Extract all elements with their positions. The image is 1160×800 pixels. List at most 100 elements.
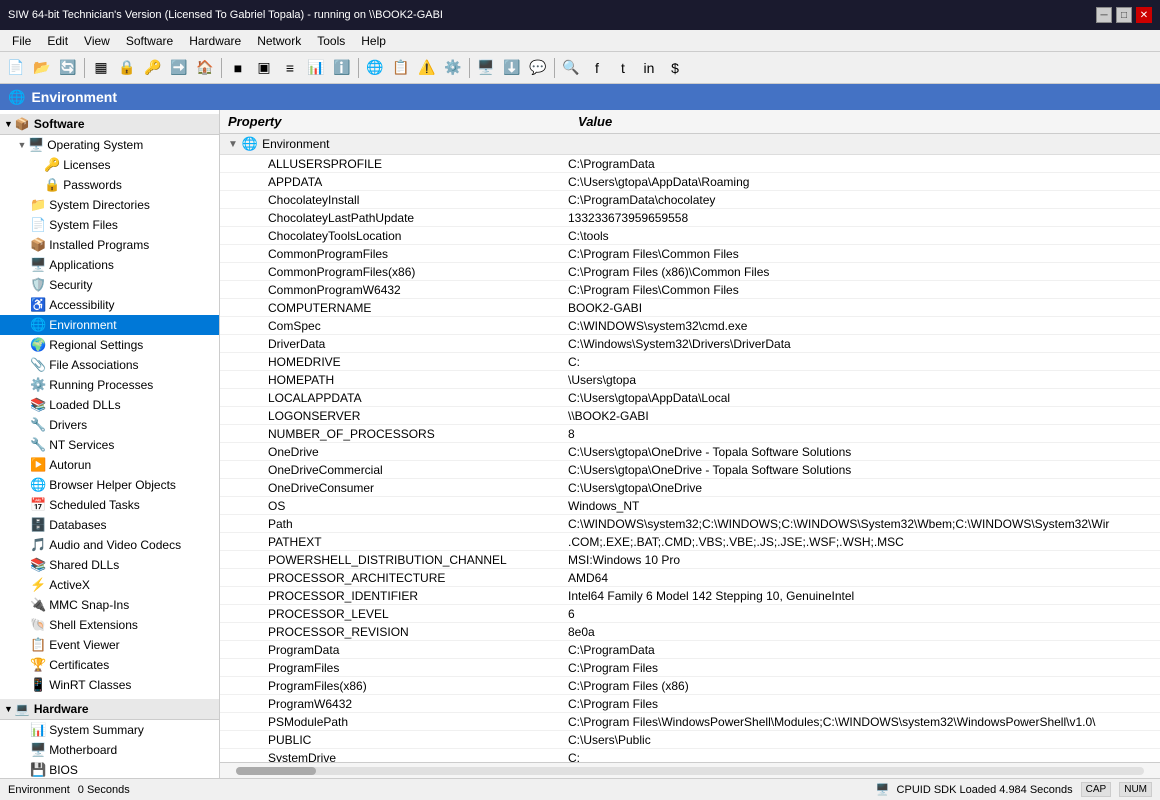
sidebar-item-activex[interactable]: ⚡ ActiveX: [0, 575, 219, 595]
table-row[interactable]: ProgramFiles(x86) C:\Program Files (x86): [220, 677, 1160, 695]
toolbar-btn-9[interactable]: ■: [226, 56, 250, 80]
sidebar-item-mmc-snap-ins[interactable]: 🔌 MMC Snap-Ins: [0, 595, 219, 615]
table-row[interactable]: NUMBER_OF_PROCESSORS 8: [220, 425, 1160, 443]
toolbar-btn-5[interactable]: 🔒: [115, 56, 139, 80]
sidebar-section-software[interactable]: ▼ 📦 Software: [0, 114, 219, 135]
table-row[interactable]: PSModulePath C:\Program Files\WindowsPow…: [220, 713, 1160, 731]
table-row[interactable]: ProgramData C:\ProgramData: [220, 641, 1160, 659]
sidebar-item-loaded-dlls[interactable]: 📚 Loaded DLLs: [0, 395, 219, 415]
table-row[interactable]: OneDriveConsumer C:\Users\gtopa\OneDrive: [220, 479, 1160, 497]
menu-help[interactable]: Help: [353, 32, 394, 50]
sidebar-item-autorun[interactable]: ▶️ Autorun: [0, 455, 219, 475]
sidebar-item-running-processes[interactable]: ⚙️ Running Processes: [0, 375, 219, 395]
table-row[interactable]: ALLUSERSPROFILE C:\ProgramData: [220, 155, 1160, 173]
sidebar-item-accessibility[interactable]: ♿ Accessibility: [0, 295, 219, 315]
toolbar-btn-23[interactable]: t: [611, 56, 635, 80]
table-row[interactable]: COMPUTERNAME BOOK2-GABI: [220, 299, 1160, 317]
table-row[interactable]: DriverData C:\Windows\System32\Drivers\D…: [220, 335, 1160, 353]
sidebar-section-hardware[interactable]: ▼ 💻 Hardware: [0, 699, 219, 720]
sidebar[interactable]: ▼ 📦 Software ▼ 🖥️ Operating System 🔑 Lic…: [0, 110, 220, 778]
sidebar-item-winrt-classes[interactable]: 📱 WinRT Classes: [0, 675, 219, 695]
sidebar-item-environment[interactable]: 🌐 Environment: [0, 315, 219, 335]
sidebar-item-regional-settings[interactable]: 🌍 Regional Settings: [0, 335, 219, 355]
sidebar-item-applications[interactable]: 🖥️ Applications: [0, 255, 219, 275]
menu-tools[interactable]: Tools: [309, 32, 353, 50]
table-row[interactable]: HOMEPATH \Users\gtopa: [220, 371, 1160, 389]
table-row[interactable]: LOGONSERVER \\BOOK2-GABI: [220, 407, 1160, 425]
table-row[interactable]: PROCESSOR_ARCHITECTURE AMD64: [220, 569, 1160, 587]
table-row[interactable]: ComSpec C:\WINDOWS\system32\cmd.exe: [220, 317, 1160, 335]
menu-software[interactable]: Software: [118, 32, 181, 50]
section-expand-icon[interactable]: ▼: [228, 139, 238, 150]
table-row[interactable]: POWERSHELL_DISTRIBUTION_CHANNEL MSI:Wind…: [220, 551, 1160, 569]
toolbar-btn-7[interactable]: ➡️: [167, 56, 191, 80]
table-row[interactable]: ProgramFiles C:\Program Files: [220, 659, 1160, 677]
sidebar-item-certificates[interactable]: 🏆 Certificates: [0, 655, 219, 675]
table-row[interactable]: APPDATA C:\Users\gtopa\AppData\Roaming: [220, 173, 1160, 191]
environment-section-row[interactable]: ▼ 🌐 Environment: [220, 134, 1160, 155]
sidebar-item-audio-video-codecs[interactable]: 🎵 Audio and Video Codecs: [0, 535, 219, 555]
toolbar-btn-4[interactable]: ▦: [89, 56, 113, 80]
toolbar-btn-6[interactable]: 🔑: [141, 56, 165, 80]
toolbar-btn-16[interactable]: ⚠️: [415, 56, 439, 80]
menu-network[interactable]: Network: [249, 32, 309, 50]
toolbar-btn-18[interactable]: 🖥️: [474, 56, 498, 80]
sidebar-item-drivers[interactable]: 🔧 Drivers: [0, 415, 219, 435]
toolbar-btn-17[interactable]: ⚙️: [441, 56, 465, 80]
toolbar-btn-13[interactable]: ℹ️: [330, 56, 354, 80]
table-row[interactable]: HOMEDRIVE C:: [220, 353, 1160, 371]
table-row[interactable]: ChocolateyToolsLocation C:\tools: [220, 227, 1160, 245]
toolbar-btn-25[interactable]: $: [663, 56, 687, 80]
table-row[interactable]: SystemDrive C:: [220, 749, 1160, 762]
toolbar-btn-24[interactable]: in: [637, 56, 661, 80]
sidebar-item-system-directories[interactable]: 📁 System Directories: [0, 195, 219, 215]
sidebar-item-operating-system[interactable]: ▼ 🖥️ Operating System: [0, 135, 219, 155]
table-row[interactable]: ProgramW6432 C:\Program Files: [220, 695, 1160, 713]
sidebar-item-file-associations[interactable]: 📎 File Associations: [0, 355, 219, 375]
sidebar-item-nt-services[interactable]: 🔧 NT Services: [0, 435, 219, 455]
minimize-button[interactable]: ─: [1096, 7, 1112, 23]
menu-file[interactable]: File: [4, 32, 39, 50]
sidebar-item-databases[interactable]: 🗄️ Databases: [0, 515, 219, 535]
sidebar-item-system-summary[interactable]: 📊 System Summary: [0, 720, 219, 740]
table-row[interactable]: OneDrive C:\Users\gtopa\OneDrive - Topal…: [220, 443, 1160, 461]
table-row[interactable]: PUBLIC C:\Users\Public: [220, 731, 1160, 749]
table-row[interactable]: CommonProgramFiles C:\Program Files\Comm…: [220, 245, 1160, 263]
sidebar-item-passwords[interactable]: 🔒 Passwords: [0, 175, 219, 195]
content-body[interactable]: ▼ 🌐 Environment ALLUSERSPROFILE C:\Progr…: [220, 134, 1160, 762]
toolbar-btn-15[interactable]: 📋: [389, 56, 413, 80]
toolbar-btn-20[interactable]: 💬: [526, 56, 550, 80]
toolbar-btn-19[interactable]: ⬇️: [500, 56, 524, 80]
toolbar-btn-14[interactable]: 🌐: [363, 56, 387, 80]
sidebar-item-shared-dlls[interactable]: 📚 Shared DLLs: [0, 555, 219, 575]
sidebar-item-motherboard[interactable]: 🖥️ Motherboard: [0, 740, 219, 760]
toolbar-btn-11[interactable]: ≡: [278, 56, 302, 80]
table-row[interactable]: OneDriveCommercial C:\Users\gtopa\OneDri…: [220, 461, 1160, 479]
table-row[interactable]: ChocolateyLastPathUpdate 133233673959659…: [220, 209, 1160, 227]
sidebar-item-system-files[interactable]: 📄 System Files: [0, 215, 219, 235]
table-row[interactable]: PROCESSOR_IDENTIFIER Intel64 Family 6 Mo…: [220, 587, 1160, 605]
table-row[interactable]: LOCALAPPDATA C:\Users\gtopa\AppData\Loca…: [220, 389, 1160, 407]
toolbar-btn-3[interactable]: 🔄: [56, 56, 80, 80]
scrollbar-thumb[interactable]: [236, 767, 316, 775]
table-row[interactable]: PATHEXT .COM;.EXE;.BAT;.CMD;.VBS;.VBE;.J…: [220, 533, 1160, 551]
toolbar-btn-10[interactable]: ▣: [252, 56, 276, 80]
sidebar-item-security[interactable]: 🛡️ Security: [0, 275, 219, 295]
sidebar-item-shell-extensions[interactable]: 🐚 Shell Extensions: [0, 615, 219, 635]
close-button[interactable]: ✕: [1136, 7, 1152, 23]
horizontal-scrollbar[interactable]: [220, 762, 1160, 778]
table-row[interactable]: PROCESSOR_REVISION 8e0a: [220, 623, 1160, 641]
toolbar-btn-21[interactable]: 🔍: [559, 56, 583, 80]
table-row[interactable]: OS Windows_NT: [220, 497, 1160, 515]
table-row[interactable]: Path C:\WINDOWS\system32;C:\WINDOWS;C:\W…: [220, 515, 1160, 533]
toolbar-btn-8[interactable]: 🏠: [193, 56, 217, 80]
menu-hardware[interactable]: Hardware: [181, 32, 249, 50]
toolbar-btn-12[interactable]: 📊: [304, 56, 328, 80]
toolbar-btn-1[interactable]: 📄: [4, 56, 28, 80]
sidebar-item-bios[interactable]: 💾 BIOS: [0, 760, 219, 778]
sidebar-item-browser-helper-objects[interactable]: 🌐 Browser Helper Objects: [0, 475, 219, 495]
sidebar-item-installed-programs[interactable]: 📦 Installed Programs: [0, 235, 219, 255]
sidebar-item-event-viewer[interactable]: 📋 Event Viewer: [0, 635, 219, 655]
menu-view[interactable]: View: [76, 32, 118, 50]
toolbar-btn-2[interactable]: 📂: [30, 56, 54, 80]
